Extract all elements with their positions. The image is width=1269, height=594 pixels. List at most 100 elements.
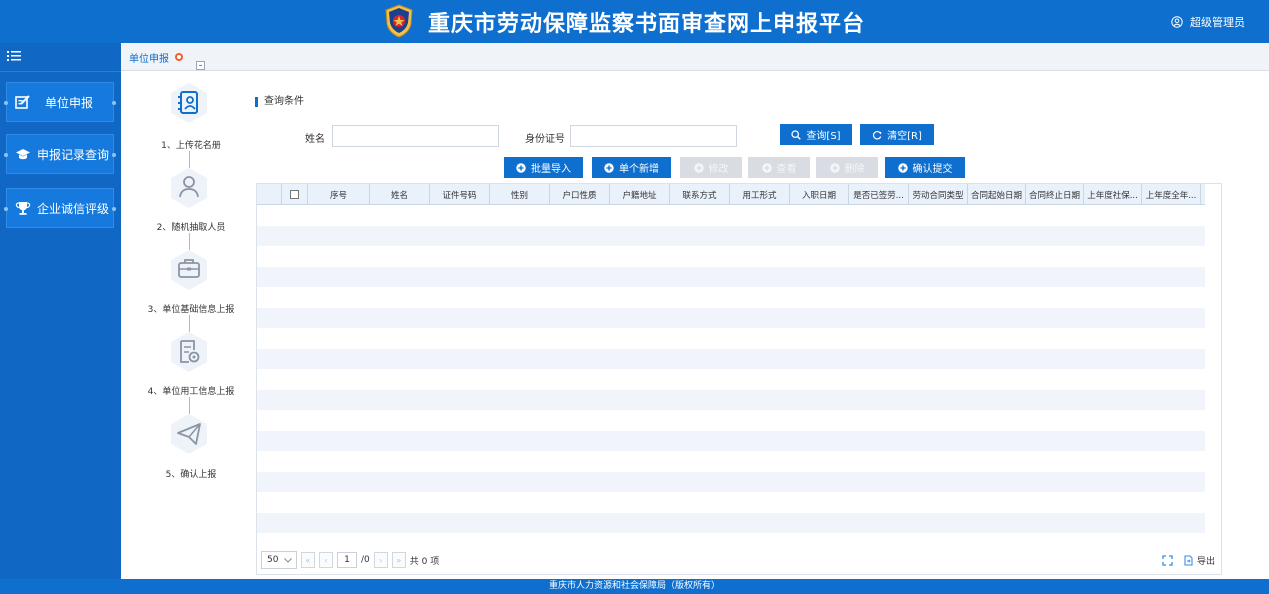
- empty-row-band: [257, 287, 1205, 308]
- tab-menu-icon[interactable]: [196, 61, 205, 70]
- column-header[interactable]: 合同终止日期: [1026, 184, 1084, 205]
- chevron-down-icon: [284, 557, 293, 563]
- page-size-select[interactable]: 50: [261, 551, 297, 569]
- column-header[interactable]: 序号: [308, 184, 370, 205]
- pagination: 50 « ‹ 1 /0 › » 共 0 项: [261, 550, 439, 570]
- page-size-value: 50: [267, 555, 279, 565]
- nav-dot: [112, 101, 116, 105]
- app-title: 重庆市劳动保障监察书面审查网上申报平台: [428, 12, 866, 37]
- plus-circle-icon: [516, 162, 526, 173]
- refresh-icon: [873, 130, 882, 140]
- sidebar-item-label: 申报记录查询: [37, 147, 110, 162]
- empty-row-band: [257, 328, 1205, 349]
- batch-import-label: 批量导入: [531, 164, 571, 175]
- column-header[interactable]: 户籍地址: [610, 184, 670, 205]
- table-body: [257, 205, 1205, 533]
- step-label: 4、单位用工信息上报: [147, 387, 235, 397]
- footer: 重庆市人力资源和社会保障局（版权所有）: [0, 579, 1269, 594]
- table-tools: 导出: [1162, 554, 1215, 567]
- delete-button[interactable]: 删除: [816, 157, 878, 178]
- confirm-submit-label: 确认提交: [912, 164, 953, 175]
- total-pages: /0: [361, 555, 370, 565]
- last-page-button[interactable]: »: [391, 552, 406, 568]
- column-header[interactable]: 用工形式: [730, 184, 790, 205]
- copyright-text: 重庆市人力资源和社会保障局（版权所有）: [548, 581, 720, 591]
- plus-circle-icon: [693, 162, 704, 173]
- column-header[interactable]: 劳动合同类型: [909, 184, 968, 205]
- add-single-label: 单个新增: [619, 164, 659, 175]
- view-label: 查看: [776, 164, 797, 175]
- sidebar-item-credit-rating[interactable]: 企业诚信评级: [4, 188, 116, 228]
- table-header: 序号 姓名 证件号码 性别 户口性质 户籍地址 联系方式 用工形式 入职日期 是…: [257, 184, 1205, 205]
- delete-label: 删除: [844, 164, 865, 175]
- export-button[interactable]: 导出: [1183, 554, 1215, 567]
- name-label: 姓名: [305, 134, 325, 145]
- step-label: 1、上传花名册: [161, 141, 221, 151]
- tab-unit-declaration[interactable]: 单位申报: [129, 43, 183, 71]
- nav-dot: [4, 153, 8, 157]
- column-header[interactable]: 入职日期: [790, 184, 849, 205]
- paper-plane-icon: [171, 414, 207, 454]
- empty-row-band: [257, 307, 1205, 328]
- empty-row-band: [257, 369, 1205, 390]
- id-number-label: 身份证号: [525, 134, 565, 145]
- sidebar-item-record-query[interactable]: 申报记录查询: [4, 134, 116, 174]
- column-header[interactable]: 上年度社保...: [1084, 184, 1142, 205]
- first-page-button[interactable]: «: [301, 552, 315, 568]
- edit-label: 修改: [708, 164, 729, 175]
- column-header[interactable]: 户口性质: [550, 184, 610, 205]
- export-label: 导出: [1196, 557, 1215, 567]
- column-header[interactable]: 姓名: [370, 184, 430, 205]
- column-header[interactable]: 证件号码: [430, 184, 490, 205]
- nav-dot: [112, 153, 116, 157]
- next-page-button[interactable]: ›: [373, 552, 388, 568]
- export-icon: [1184, 555, 1193, 566]
- current-page-input[interactable]: 1: [337, 552, 357, 568]
- step-label: 2、随机抽取人员: [156, 223, 226, 233]
- plus-circle-icon: [897, 162, 908, 173]
- sidebar-item-label: 企业诚信评级: [37, 201, 110, 216]
- fullscreen-icon[interactable]: [1162, 555, 1173, 566]
- empty-row-band: [257, 512, 1205, 533]
- select-all-checkbox[interactable]: [290, 190, 299, 199]
- section-title: 查询条件: [255, 97, 304, 107]
- empty-row-band: [257, 410, 1205, 431]
- view-button[interactable]: 查看: [748, 157, 810, 178]
- close-tab-icon[interactable]: [175, 53, 183, 61]
- nav-dot: [4, 207, 8, 211]
- column-header[interactable]: 联系方式: [670, 184, 730, 205]
- menu-toggle-icon[interactable]: [7, 51, 21, 61]
- empty-row-band: [257, 266, 1205, 287]
- plus-circle-icon: [761, 162, 772, 173]
- tab-bar: 单位申报: [121, 43, 1269, 71]
- document-settings-icon: [171, 332, 207, 372]
- column-header[interactable]: 上年度全年...: [1142, 184, 1201, 205]
- clear-button[interactable]: 清空[R]: [860, 124, 934, 145]
- batch-import-button[interactable]: 批量导入: [504, 157, 583, 178]
- contacts-book-icon: [171, 83, 207, 123]
- step-label: 3、单位基础信息上报: [147, 305, 235, 315]
- add-single-button[interactable]: 单个新增: [592, 157, 671, 178]
- empty-row-band: [257, 348, 1205, 369]
- police-emblem-icon: [385, 4, 413, 38]
- prev-page-button[interactable]: ‹: [319, 552, 333, 568]
- briefcase-icon: [171, 250, 207, 290]
- sidebar-item-unit-declaration[interactable]: 单位申报: [4, 82, 116, 122]
- nav-dot: [112, 207, 116, 211]
- column-header[interactable]: 性别: [490, 184, 550, 205]
- column-header[interactable]: 是否已签劳...: [849, 184, 909, 205]
- id-number-input[interactable]: [570, 125, 737, 147]
- empty-row-band: [257, 246, 1205, 267]
- sidebar-item-label: 单位申报: [45, 95, 94, 110]
- search-button[interactable]: 查询[S]: [780, 124, 852, 145]
- edit-icon: [15, 95, 30, 109]
- user-icon: [171, 168, 207, 208]
- edit-button[interactable]: 修改: [680, 157, 742, 178]
- column-header[interactable]: 合同起始日期: [968, 184, 1026, 205]
- select-all-cell: [282, 184, 308, 205]
- clear-button-label: 清空[R]: [887, 131, 922, 142]
- user-menu[interactable]: 超级管理员: [1171, 14, 1245, 30]
- name-input[interactable]: [332, 125, 499, 147]
- empty-row-band: [257, 451, 1205, 472]
- confirm-submit-button[interactable]: 确认提交: [885, 157, 965, 178]
